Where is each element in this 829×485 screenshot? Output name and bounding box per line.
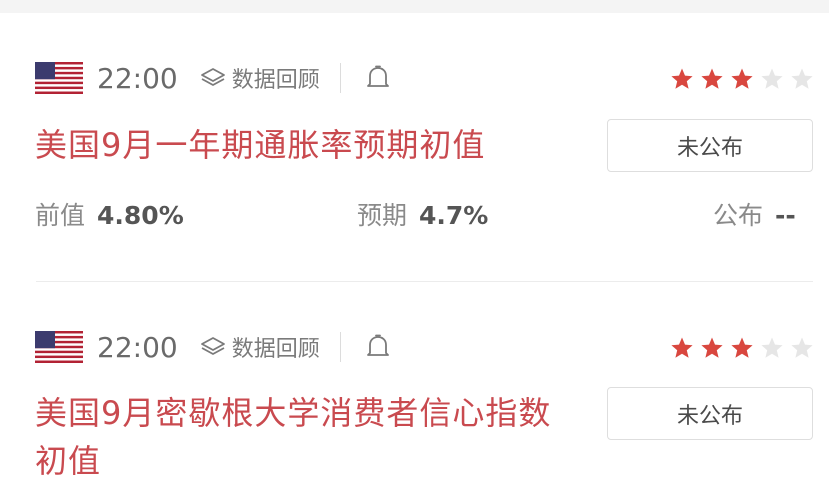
forecast-value: 预期 4.7% (357, 196, 488, 236)
star-empty-icon (787, 65, 817, 93)
actual-number: -- (775, 201, 796, 230)
forecast-number: 4.7% (419, 201, 489, 230)
top-bar (0, 0, 829, 13)
star-filled-icon (667, 65, 697, 93)
star-empty-icon (787, 334, 817, 362)
actual-label: 公布 (713, 201, 764, 230)
previous-label: 前值 (35, 201, 86, 230)
previous-number: 4.80% (97, 201, 184, 230)
event-card[interactable]: 22:00 数据回顾 美国9月一年期通胀率预期初值 未公布 前值 4.80% 预… (0, 13, 829, 281)
star-empty-icon (757, 65, 787, 93)
forecast-label: 预期 (357, 201, 408, 230)
separator (339, 63, 341, 93)
star-filled-icon (667, 334, 697, 362)
status-button[interactable]: 未公布 (607, 119, 813, 172)
star-filled-icon (697, 65, 727, 93)
us-flag-icon (35, 62, 83, 94)
separator (339, 332, 341, 362)
bell-icon[interactable] (365, 333, 391, 361)
star-filled-icon (727, 334, 757, 362)
data-review-link[interactable]: 数据回顾 (200, 331, 320, 363)
event-title[interactable]: 美国9月一年期通胀率预期初值 (35, 121, 595, 169)
event-time: 22:00 (97, 61, 178, 95)
event-meta: 22:00 数据回顾 (35, 58, 391, 98)
status-button[interactable]: 未公布 (607, 387, 813, 440)
data-review-link[interactable]: 数据回顾 (200, 62, 320, 94)
previous-value: 前值 4.80% (35, 196, 184, 236)
data-review-label: 数据回顾 (231, 337, 320, 362)
event-title[interactable]: 美国9月密歇根大学消费者信心指数 初值 (35, 389, 595, 485)
layers-icon (200, 337, 225, 355)
event-card[interactable]: 22:00 数据回顾 美国9月密歇根大学消费者信心指数 初值 未公布 (0, 282, 829, 480)
star-filled-icon (727, 65, 757, 93)
bell-icon[interactable] (365, 64, 391, 92)
star-empty-icon (757, 334, 787, 362)
star-filled-icon (697, 334, 727, 362)
actual-value: 公布 -- (713, 196, 796, 236)
event-title-line: 美国9月密歇根大学消费者信心指数 (35, 394, 552, 432)
importance-stars (667, 334, 817, 362)
layers-icon (200, 68, 225, 86)
event-meta: 22:00 数据回顾 (35, 327, 391, 367)
data-review-label: 数据回顾 (231, 68, 320, 93)
event-time: 22:00 (97, 330, 178, 364)
importance-stars (667, 65, 817, 93)
us-flag-icon (35, 331, 83, 363)
